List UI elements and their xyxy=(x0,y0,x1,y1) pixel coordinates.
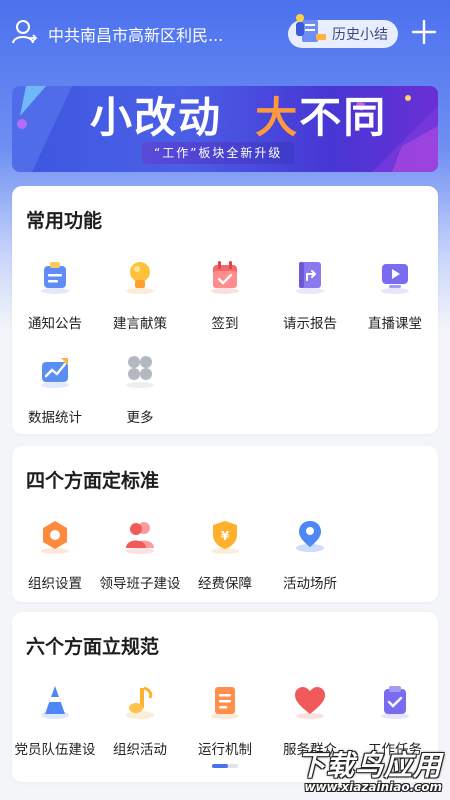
watermark: 下载鸟应用 www.xiazainiao.com xyxy=(268,742,448,798)
page-indicator-active xyxy=(212,764,228,768)
promo-banner[interactable]: 小改动 大不同 “工作”板块全新升级 xyxy=(12,86,438,172)
lightbulb-icon xyxy=(126,262,154,294)
section-title: 常用功能 xyxy=(26,210,103,232)
grid-item-mechanism[interactable]: 运行机制 xyxy=(182,684,268,768)
document-icon xyxy=(211,687,239,719)
watermark-url: www.xiazainiao.com xyxy=(304,780,442,794)
yuan-shield-icon: ¥ xyxy=(211,521,239,554)
svg-text:¥: ¥ xyxy=(221,529,230,543)
grid-item-label: 数据统计 xyxy=(28,410,82,426)
cone-icon xyxy=(41,686,69,719)
organization-name[interactable]: 中共南昌市高新区利民... xyxy=(48,22,248,46)
history-illustration-icon xyxy=(296,14,326,42)
hexagon-icon xyxy=(41,521,69,554)
heart-icon xyxy=(295,687,325,719)
grid-item-label: 经费保障 xyxy=(198,576,252,592)
grid-item-live[interactable]: 直播课堂 xyxy=(352,258,438,342)
grid-item-label: 运行机制 xyxy=(198,742,252,758)
grid-item-venue[interactable]: 活动场所 xyxy=(267,518,353,602)
music-note-icon xyxy=(126,686,154,719)
grid-item-statistics[interactable]: 数据统计 xyxy=(12,352,98,436)
grid-item-member-team[interactable]: 党员队伍建设 xyxy=(12,684,98,768)
grid-item-label: 活动场所 xyxy=(283,576,337,592)
grid-item-label: 直播课堂 xyxy=(368,316,422,332)
more-icon xyxy=(126,356,154,388)
grid-item-label: 请示报告 xyxy=(283,316,337,332)
grid-item-funding[interactable]: ¥ 经费保障 xyxy=(182,518,268,602)
notice-icon xyxy=(41,262,69,294)
watermark-text: 下载鸟应用 xyxy=(296,749,442,782)
grid-item-report[interactable]: 请示报告 xyxy=(267,258,353,342)
section-title: 六个方面立规范 xyxy=(26,636,160,658)
banner-subtitle: “工作”板块全新升级 xyxy=(142,142,295,164)
report-icon xyxy=(296,262,324,294)
grid-item-more[interactable]: 更多 xyxy=(97,352,183,436)
grid-item-label: 建言献策 xyxy=(113,316,167,332)
grid-item-label: 签到 xyxy=(211,316,239,332)
add-icon[interactable] xyxy=(410,18,438,46)
task-check-icon xyxy=(381,686,409,719)
user-switch-icon[interactable] xyxy=(12,19,38,45)
grid-item-org-activity[interactable]: 组织活动 xyxy=(97,684,183,768)
grid-item-signin[interactable]: 签到 xyxy=(182,258,268,342)
location-icon xyxy=(296,521,324,552)
chart-icon xyxy=(41,358,69,388)
grid-item-label: 更多 xyxy=(126,410,154,426)
grid-item-leadership[interactable]: 领导班子建设 xyxy=(97,518,183,602)
four-standards-card: 四个方面定标准 组织设置 领导班子建设 ¥ 经费保障 活动场所 xyxy=(12,446,438,602)
grid-item-label: 通知公告 xyxy=(28,316,82,332)
grid-item-label: 组织设置 xyxy=(28,576,82,592)
people-icon xyxy=(126,522,154,554)
grid-item-label: 党员队伍建设 xyxy=(14,742,96,758)
app-header: 中共南昌市高新区利民... 历史小结 xyxy=(0,0,450,68)
grid-item-suggestion[interactable]: 建言献策 xyxy=(97,258,183,342)
page-indicator xyxy=(212,764,238,768)
calendar-icon xyxy=(211,261,239,294)
grid-item-label: 领导班子建设 xyxy=(99,576,181,592)
banner-title: 小改动 大不同 xyxy=(90,93,388,142)
grid-item-notice[interactable]: 通知公告 xyxy=(12,258,98,342)
live-play-icon xyxy=(381,264,409,294)
section-title: 四个方面定标准 xyxy=(26,470,160,492)
grid-item-label: 组织活动 xyxy=(113,742,167,758)
history-summary-label: 历史小结 xyxy=(332,27,388,43)
grid-item-org-setup[interactable]: 组织设置 xyxy=(12,518,98,602)
common-functions-card: 常用功能 通知公告 建言献策 签到 请示报告 直播课堂 数据统计 更多 xyxy=(12,186,438,434)
